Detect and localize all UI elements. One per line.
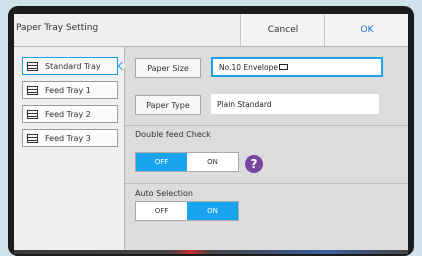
tray-icon [27, 85, 38, 95]
paper-type-value: Plain Standard [217, 99, 272, 109]
double-feed-off-button[interactable]: OFF [136, 153, 187, 171]
auto-selection-label: Auto Selection [135, 189, 193, 198]
paper-type-button[interactable]: Paper Type [135, 95, 201, 115]
double-feed-on-button[interactable]: ON [187, 153, 238, 171]
tray-item-standard[interactable]: Standard Tray [22, 57, 127, 75]
tray-item-feed-1[interactable]: Feed Tray 1 [22, 81, 118, 99]
help-icon[interactable]: ? [245, 155, 263, 173]
divider [125, 125, 408, 126]
tray-icon [27, 109, 38, 119]
paper-type-field[interactable]: Plain Standard [211, 94, 379, 114]
paper-size-field[interactable]: No.10 Envelope [211, 57, 383, 77]
cancel-button[interactable]: Cancel [240, 14, 325, 46]
bottom-status-strip [14, 250, 408, 254]
ok-button[interactable]: OK [324, 14, 408, 46]
paper-size-button[interactable]: Paper Size [135, 58, 201, 78]
auto-selection-on-button[interactable]: ON [187, 202, 238, 220]
tray-icon [27, 133, 38, 143]
tray-label: Standard Tray [45, 61, 101, 71]
title-bar: Paper Tray Setting Cancel OK [14, 14, 408, 47]
tray-icon [27, 61, 38, 71]
double-feed-toggle: OFF ON [135, 152, 239, 172]
tray-label: Feed Tray 2 [45, 109, 91, 119]
tray-settings-panel: Paper Size No.10 Envelope Paper Type Pla… [125, 47, 408, 254]
divider [125, 183, 408, 184]
auto-selection-off-button[interactable]: OFF [136, 202, 187, 220]
auto-selection-toggle: OFF ON [135, 201, 239, 221]
tray-item-feed-3[interactable]: Feed Tray 3 [22, 129, 118, 147]
tray-label: Feed Tray 1 [45, 85, 91, 95]
double-feed-check-label: Double feed Check [135, 130, 211, 139]
tray-label: Feed Tray 3 [45, 133, 91, 143]
page-title: Paper Tray Setting [16, 23, 99, 33]
touch-screen: Paper Tray Setting Cancel OK Standard Tr… [14, 14, 408, 254]
tray-item-feed-2[interactable]: Feed Tray 2 [22, 105, 118, 123]
tray-list: Standard Tray Feed Tray 1 Feed Tray 2 Fe… [14, 47, 127, 254]
envelope-icon [278, 64, 288, 70]
paper-size-value: No.10 Envelope [219, 62, 278, 72]
